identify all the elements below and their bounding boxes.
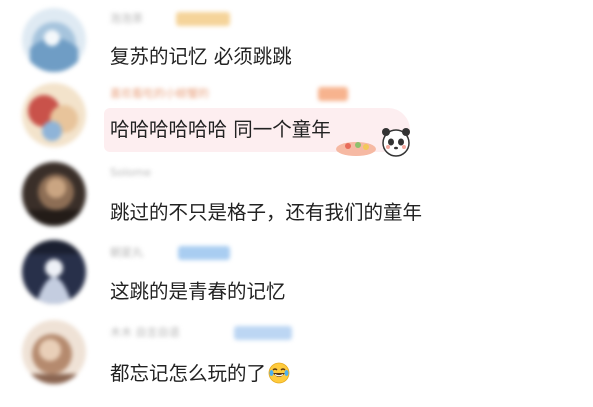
username[interactable]: 喜欢看吃的小螃蟹的 [110,87,209,101]
panda-sticker-icon [336,128,410,157]
avatar[interactable] [22,162,86,226]
username[interactable]: 木木 自言自语 [110,326,180,340]
avatar[interactable] [22,320,86,384]
laughing-tears-emoji-icon [268,362,290,384]
member-badge [318,87,348,101]
comment-text-content: 都忘记怎么玩的了 [110,362,267,385]
member-badge [234,326,292,340]
comment-text: 都忘记怎么玩的了 [110,362,290,386]
avatar[interactable] [22,83,86,147]
comment-text: 跳过的不只是格子，还有我们的童年 [110,201,423,224]
comment-text: 复苏的记忆 必须跳跳 [110,45,292,68]
member-badge [178,246,230,260]
comment-text: 哈哈哈哈哈哈 同一个童年 [110,118,331,141]
username[interactable]: Solome [110,166,151,180]
comment-text: 这跳的是青春的记忆 [110,280,286,303]
username[interactable]: 朝夏丸 [110,246,143,260]
avatar[interactable] [22,8,86,72]
username[interactable]: 泡泡茶 [110,12,143,26]
member-badge [176,12,230,26]
avatar[interactable] [22,240,86,304]
